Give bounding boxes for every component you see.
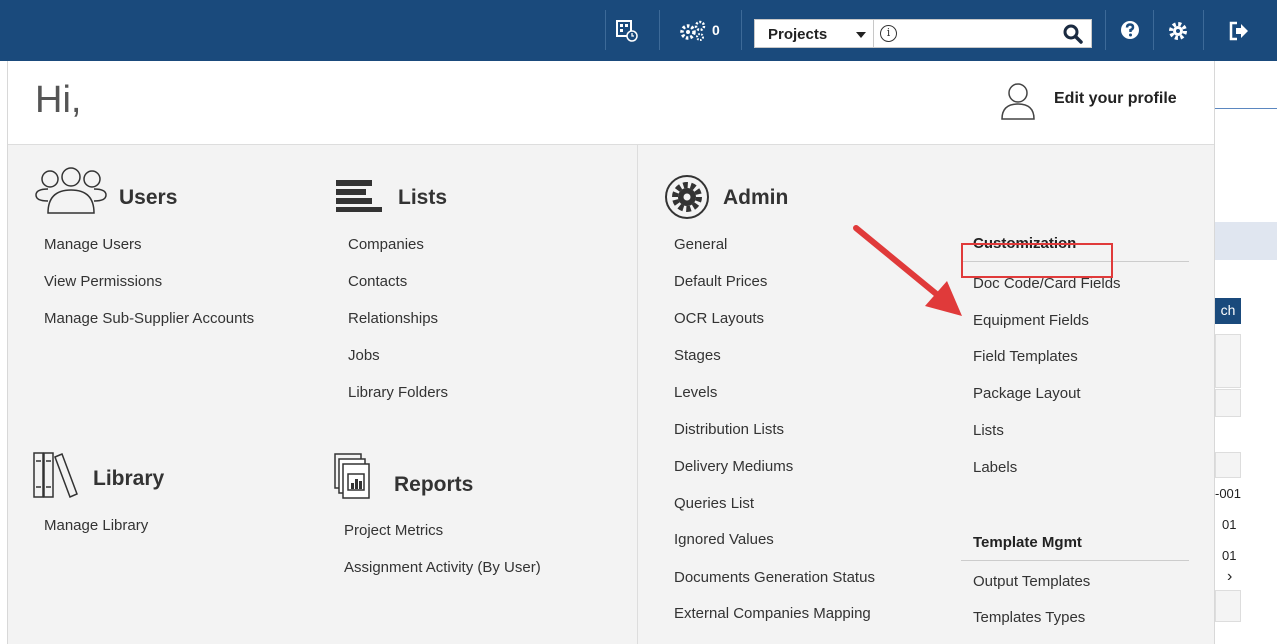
background-divider <box>1215 108 1277 109</box>
levels-link[interactable]: Levels <box>674 384 717 401</box>
toolbar-separator <box>1153 10 1154 50</box>
profile-header: Hi, Edit your profile <box>8 61 1214 145</box>
users-section-title: Users <box>119 186 178 209</box>
background-box <box>1215 389 1241 417</box>
library-books-icon <box>32 451 80 506</box>
field-templates-link[interactable]: Field Templates <box>973 348 1078 365</box>
help-icon[interactable] <box>1120 20 1140 44</box>
labels-link[interactable]: Labels <box>973 459 1017 476</box>
search-icon[interactable] <box>1062 23 1084 50</box>
reports-section-title: Reports <box>394 473 474 496</box>
lists-icon <box>336 180 384 217</box>
manage-sub-supplier-accounts-link[interactable]: Manage Sub-Supplier Accounts <box>44 310 254 327</box>
documents-generation-status-link[interactable]: Documents Generation Status <box>674 569 875 586</box>
search-input[interactable]: i <box>873 19 1092 48</box>
edit-profile-link[interactable]: Edit your profile <box>1054 90 1177 108</box>
background-box <box>1215 452 1241 478</box>
logout-icon[interactable] <box>1228 20 1250 46</box>
lists-section-title: Lists <box>398 186 448 209</box>
contacts-link[interactable]: Contacts <box>348 273 407 290</box>
toolbar-separator <box>741 10 742 50</box>
manage-library-link[interactable]: Manage Library <box>44 517 148 534</box>
top-navigation-bar: 0 Projects i <box>0 0 1277 61</box>
toolbar-separator <box>659 10 660 50</box>
chevron-down-icon <box>856 32 866 38</box>
template-mgmt-heading: Template Mgmt <box>973 534 1082 551</box>
queries-list-link[interactable]: Queries List <box>674 495 754 512</box>
package-layout-link[interactable]: Package Layout <box>973 385 1081 402</box>
info-icon[interactable]: i <box>880 25 897 42</box>
admin-general-link[interactable]: General <box>674 236 727 253</box>
stages-link[interactable]: Stages <box>674 347 721 364</box>
background-box <box>1215 334 1241 388</box>
greeting: Hi, <box>35 79 82 121</box>
background-chevron[interactable]: › <box>1227 568 1232 586</box>
equipment-fields-highlight <box>961 243 1113 278</box>
reports-icon <box>333 452 377 507</box>
toolbar-separator <box>605 10 606 50</box>
admin-gear-icon <box>664 174 710 225</box>
background-cell: 01 <box>1222 517 1237 532</box>
admin-section-title: Admin <box>723 186 789 209</box>
companies-link[interactable]: Companies <box>348 236 424 253</box>
running-tasks-count: 0 <box>712 22 720 38</box>
equipment-fields-link[interactable]: Equipment Fields <box>973 312 1089 329</box>
users-icon <box>32 165 110 222</box>
manage-users-link[interactable]: Manage Users <box>44 236 142 253</box>
project-metrics-link[interactable]: Project Metrics <box>344 522 443 539</box>
toolbar-separator <box>1203 10 1204 50</box>
gears-icon[interactable] <box>679 20 707 46</box>
calendar-schedule-icon[interactable] <box>616 20 638 46</box>
custom-lists-link[interactable]: Lists <box>973 422 1004 439</box>
external-companies-mapping-link[interactable]: External Companies Mapping <box>674 605 871 622</box>
assignment-activity-link[interactable]: Assignment Activity (By User) <box>344 559 541 576</box>
background-box <box>1215 590 1241 622</box>
background-search-button[interactable]: ch <box>1215 298 1241 324</box>
background-cell: 01 <box>1222 548 1237 563</box>
templates-types-link[interactable]: Templates Types <box>973 609 1085 626</box>
output-templates-link[interactable]: Output Templates <box>973 573 1090 590</box>
default-prices-link[interactable]: Default Prices <box>674 273 767 290</box>
user-icon[interactable] <box>998 81 1038 126</box>
gear-icon[interactable] <box>1167 20 1189 46</box>
ocr-layouts-link[interactable]: OCR Layouts <box>674 310 764 327</box>
column-divider <box>637 145 638 644</box>
library-folders-link[interactable]: Library Folders <box>348 384 448 401</box>
delivery-mediums-link[interactable]: Delivery Mediums <box>674 458 793 475</box>
background-cell: -001 <box>1215 486 1242 501</box>
relationships-link[interactable]: Relationships <box>348 310 438 327</box>
scope-select-value: Projects <box>768 26 828 43</box>
view-permissions-link[interactable]: View Permissions <box>44 273 162 290</box>
distribution-lists-link[interactable]: Distribution Lists <box>674 421 784 438</box>
jobs-link[interactable]: Jobs <box>348 347 380 364</box>
ignored-values-link[interactable]: Ignored Values <box>674 531 774 548</box>
scope-select[interactable]: Projects <box>754 19 874 48</box>
background-band <box>1215 222 1277 260</box>
toolbar-separator <box>1105 10 1106 50</box>
template-mgmt-divider <box>961 560 1189 561</box>
library-section-title: Library <box>93 467 165 490</box>
